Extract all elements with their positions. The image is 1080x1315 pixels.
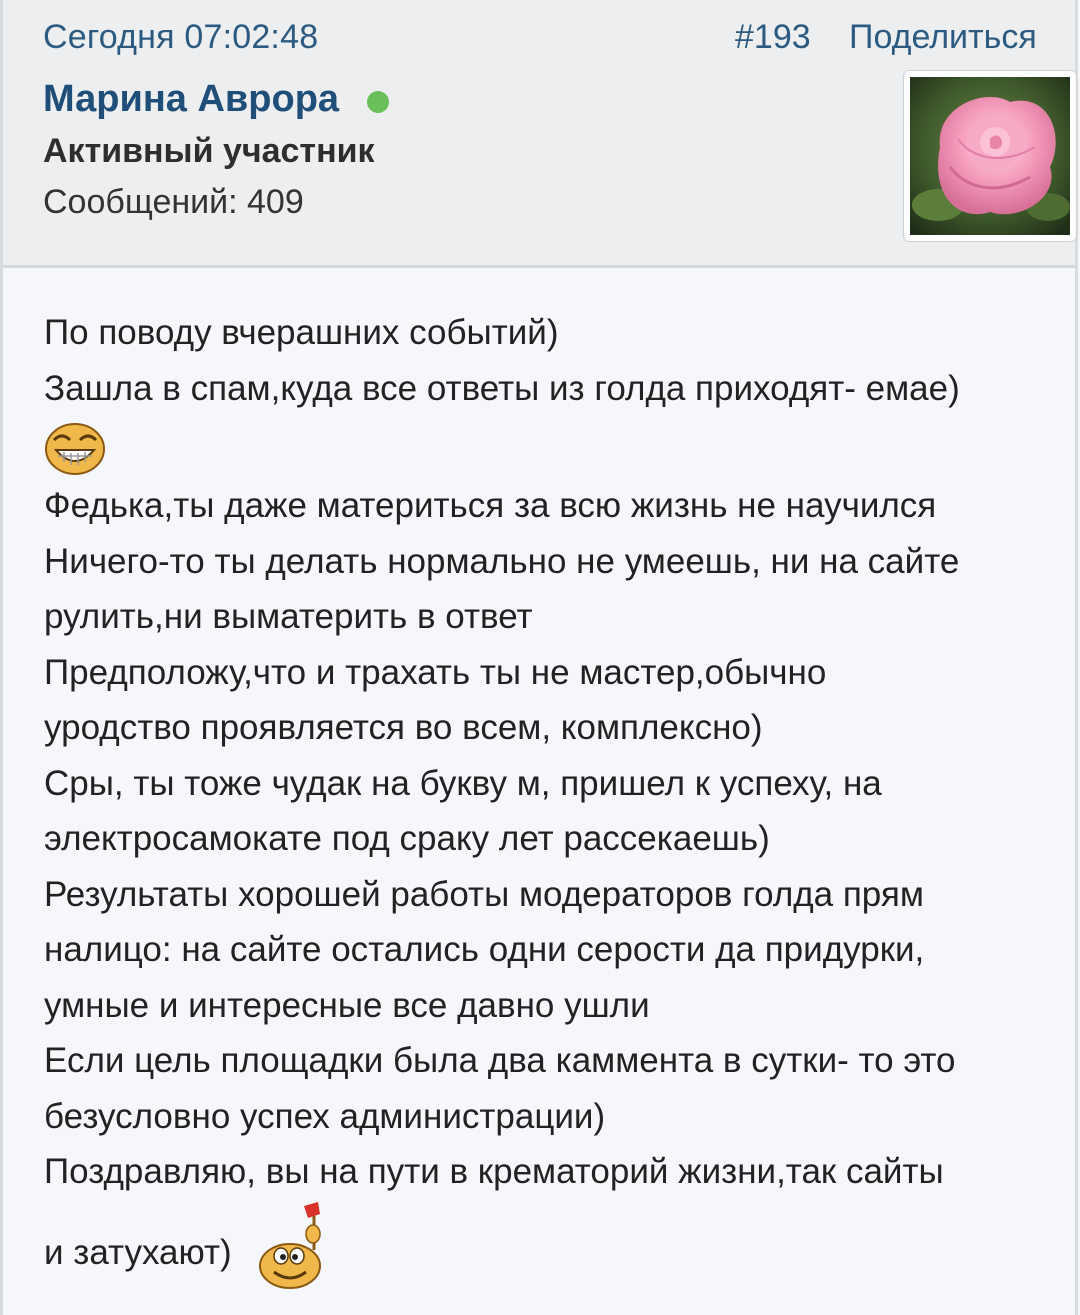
post-line: Зашла в спам,куда все ответы из голда пр…	[44, 368, 960, 408]
post-body: По поводу вчерашних событий) Зашла в спа…	[44, 305, 1044, 1289]
post-header: Сегодня 07:02:48 #193 Поделиться Марина …	[3, 0, 1077, 268]
post-line: рулить,ни выматерить в ответ	[44, 597, 533, 636]
flag-smiley-icon	[259, 1202, 321, 1289]
author-role: Активный участник	[43, 132, 375, 170]
author-avatar[interactable]	[903, 70, 1077, 242]
messages-label: Сообщений:	[43, 183, 238, 221]
post-line: Федька,ты даже материться за всю жизнь н…	[44, 486, 937, 525]
post-line: умные и интересные все давно ушли	[44, 985, 650, 1025]
share-button[interactable]: Поделиться	[849, 18, 1037, 57]
post-date[interactable]: Сегодня 07:02:48	[43, 18, 318, 57]
post-line: безусловно успех администрации)	[44, 1096, 606, 1136]
rose-avatar-icon	[910, 77, 1070, 235]
post-line: уродство проявляется во всем, комплексно…	[44, 708, 763, 747]
post-line: Результаты хорошей работы модераторов го…	[44, 874, 924, 914]
post-line: Предположу,что и трахать ты не мастер,об…	[44, 652, 827, 692]
post-line: Сры, ты тоже чудак на букву м, пришел к …	[44, 763, 882, 803]
post-line: Поздравляю, вы на пути в крематорий жизн…	[44, 1152, 944, 1191]
smiley-row	[44, 416, 1044, 478]
post-line: и затухают)	[44, 1233, 232, 1272]
post-line: Ничего-то ты делать нормально не умеешь,…	[44, 541, 960, 581]
grin-smiley-icon	[45, 423, 105, 475]
messages-count: 409	[247, 183, 304, 221]
post-line: Если цель площадки была два каммента в с…	[44, 1041, 956, 1080]
author-message-count: Сообщений: 409	[43, 183, 304, 222]
post-number[interactable]: #193	[735, 18, 811, 57]
post-line: электросамокате под сраку лет рассекаешь…	[44, 819, 770, 858]
author-name[interactable]: Марина Аврора	[43, 78, 339, 121]
post-line: По поводу вчерашних событий)	[44, 313, 559, 352]
online-status-icon	[367, 91, 389, 113]
post-line: налицо: на сайте остались одни серости д…	[44, 930, 925, 969]
